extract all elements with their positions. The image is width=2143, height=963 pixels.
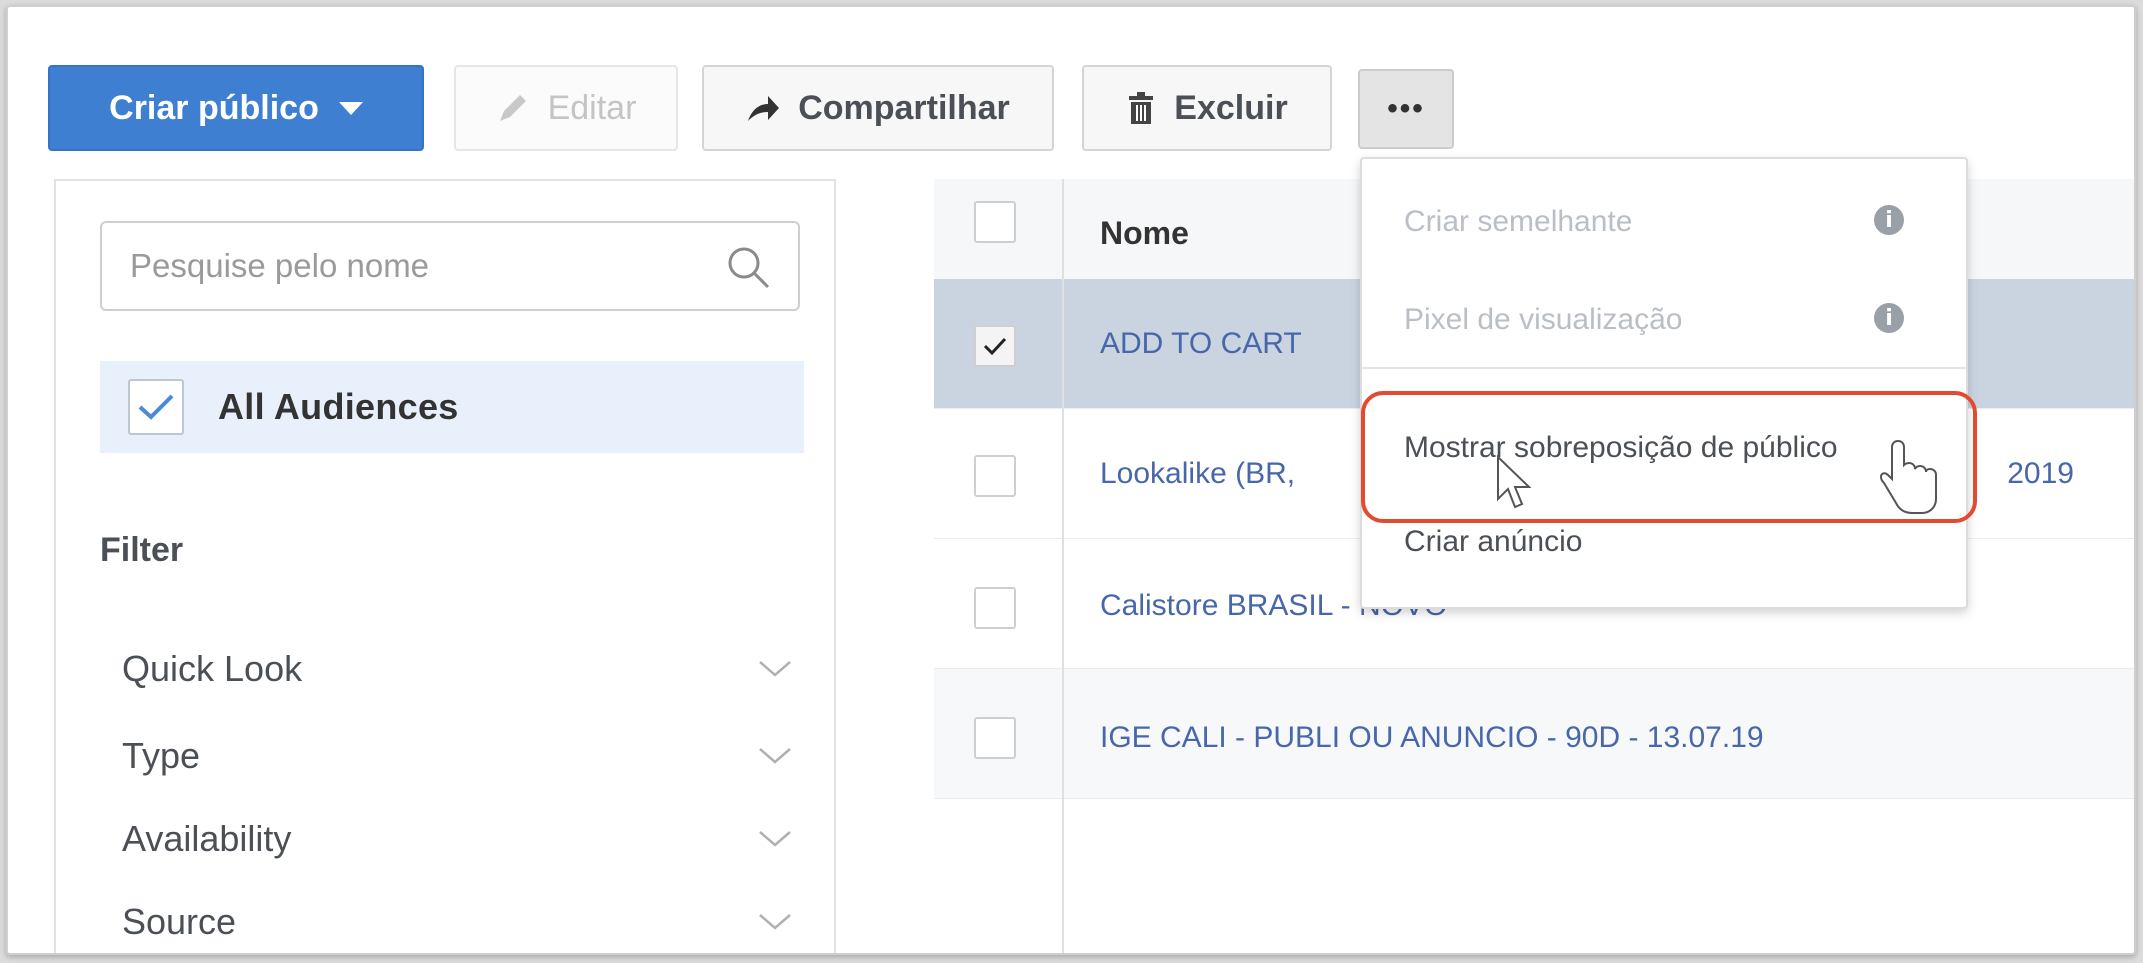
all-audiences-option[interactable]: All Audiences [100,361,804,453]
app-frame: Criar público Editar Compartilhar Exclui… [6,5,2136,955]
search-box [100,221,800,311]
search-icon[interactable] [724,243,772,296]
info-icon[interactable]: i [1874,205,1904,235]
filter-label: Quick Look [122,648,303,689]
menu-divider [1362,367,1966,369]
more-options-button[interactable]: ••• [1358,69,1454,149]
column-divider [1062,179,1064,953]
filter-type[interactable]: Type [122,726,792,786]
pencil-icon [496,91,530,125]
audience-name-link[interactable]: IGE CALI - PUBLI OU ANUNCIO - 90D - 13.0… [1100,721,1764,755]
menu-item-create-ad[interactable]: Criar anúncio [1404,525,1582,559]
select-all-checkbox[interactable] [974,201,1016,243]
checkmark-icon [138,394,174,420]
more-options-menu: Criar semelhante i Pixel de visualização… [1360,157,1968,609]
filter-source[interactable]: Source [122,892,792,952]
filter-label: Source [122,901,237,942]
row-checkbox[interactable] [974,455,1016,497]
checkmark-icon [983,337,1007,356]
menu-item-pixel-view[interactable]: Pixel de visualização [1404,303,1682,337]
delete-label: Excluir [1174,88,1288,127]
edit-label: Editar [547,88,637,127]
share-button[interactable]: Compartilhar [702,65,1054,151]
filter-availability[interactable]: Availability [122,809,792,869]
delete-button[interactable]: Excluir [1082,65,1332,151]
menu-item-create-lookalike[interactable]: Criar semelhante [1404,205,1632,239]
caret-down-icon [338,101,363,115]
menu-item-show-overlap[interactable]: Mostrar sobreposição de público [1404,431,1838,465]
info-icon[interactable]: i [1874,303,1904,333]
filter-label: Type [122,735,201,776]
chevron-down-icon [759,748,791,764]
all-audiences-checkbox[interactable] [128,379,184,435]
audience-name-link[interactable]: Lookalike (BR, [1100,457,1295,491]
chevron-down-icon [759,914,791,930]
create-audience-label: Criar público [109,88,319,127]
column-header-name[interactable]: Nome [1100,215,1189,252]
filter-quick-look[interactable]: Quick Look [122,639,792,699]
share-label: Compartilhar [798,88,1010,127]
create-audience-button[interactable]: Criar público [48,65,424,151]
filter-label: Availability [122,818,292,859]
chevron-down-icon [759,661,791,677]
table-row[interactable]: IGE CALI - PUBLI OU ANUNCIO - 90D - 13.0… [934,669,2134,799]
trash-icon [1126,91,1156,125]
ellipsis-icon: ••• [1387,92,1425,125]
all-audiences-label: All Audiences [218,386,459,427]
edit-button[interactable]: Editar [454,65,678,151]
audience-name-suffix: 2019 [2007,457,2074,490]
audience-filter-panel: All Audiences Filter Quick Look Type Ava… [54,179,836,953]
row-checkbox[interactable] [974,717,1016,759]
row-checkbox[interactable] [974,325,1016,367]
filter-heading: Filter [100,531,184,569]
chevron-down-icon [759,831,791,847]
audience-name-link[interactable]: ADD TO CART [1100,327,1302,361]
search-input[interactable] [128,246,732,286]
share-arrow-icon [746,91,780,125]
row-checkbox[interactable] [974,587,1016,629]
